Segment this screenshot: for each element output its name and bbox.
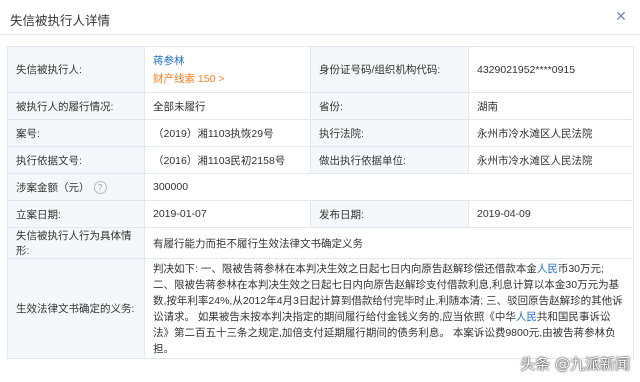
dialog-title: 失信被执行人详情 bbox=[10, 14, 111, 28]
help-icon[interactable]: ? bbox=[93, 181, 107, 195]
table-row: 立案日期: 2019-01-07 发布日期: 2019-04-09 bbox=[7, 200, 634, 228]
publish-date-value: 2019-04-09 bbox=[468, 200, 634, 228]
dialog-header: 失信被执行人详情 ✕ bbox=[0, 0, 640, 35]
executed-person-cell: 蒋参林 财产线索 150 > bbox=[144, 46, 311, 93]
table-row: 涉案金额（元）? 300000 bbox=[7, 173, 634, 201]
close-icon[interactable]: ✕ bbox=[614, 9, 628, 23]
amount-label-cell: 涉案金额（元）? bbox=[7, 173, 145, 201]
table-row: 生效法律文书确定的义务: 判决如下: 一、限被告蒋参林在本判决生效之日起七日内向… bbox=[7, 258, 634, 359]
table-row: 执行依据文号: （2016）湘1103民初2158号 做出执行依据单位: 永州市… bbox=[7, 146, 634, 174]
province-label: 省份: bbox=[310, 92, 469, 120]
province-value: 湖南 bbox=[468, 92, 634, 120]
basis-unit-label: 做出执行依据单位: bbox=[310, 146, 469, 174]
amount-value: 300000 bbox=[144, 173, 634, 201]
performance-value: 全部未履行 bbox=[144, 92, 311, 120]
case-no-label: 案号: bbox=[7, 119, 145, 147]
case-no-link[interactable]: （2019）湘1103执恢29号 bbox=[144, 119, 311, 147]
table-row: 失信被执行人: 蒋参林 财产线索 150 > 身份证号码/组织机构代码: 432… bbox=[7, 46, 634, 93]
table-row: 失信被执行人行为具体情形: 有履行能力而拒不履行生效法律文书确定义务 bbox=[7, 227, 634, 259]
obligation-label: 生效法律文书确定的义务: bbox=[7, 258, 145, 359]
table-row: 被执行人的履行情况: 全部未履行 省份: 湖南 bbox=[7, 92, 634, 120]
filing-date-value: 2019-01-07 bbox=[144, 200, 311, 228]
id-number-label: 身份证号码/组织机构代码: bbox=[310, 46, 469, 93]
executed-person-label: 失信被执行人: bbox=[7, 46, 145, 93]
behavior-value: 有履行能力而拒不履行生效法律文书确定义务 bbox=[144, 227, 634, 259]
watermark: 头条 @九派新闻 bbox=[520, 355, 630, 373]
obligation-text-1: 判决如下: 一、限被告蒋参林在本判决生效之日起七日内向原告赵解珍偿还借款本金 bbox=[153, 262, 537, 275]
table-row: 案号: （2019）湘1103执恢29号 执行法院: 永州市冷水滩区人民法院 bbox=[7, 119, 634, 147]
performance-label: 被执行人的履行情况: bbox=[7, 92, 145, 120]
basis-doc-label: 执行依据文号: bbox=[7, 146, 145, 174]
basis-doc-value: （2016）湘1103民初2158号 bbox=[144, 146, 311, 174]
property-clues-link[interactable]: 财产线索 150 > bbox=[153, 71, 302, 86]
obligation-value: 判决如下: 一、限被告蒋参林在本判决生效之日起七日内向原告赵解珍偿还借款本金人民… bbox=[144, 258, 634, 359]
filing-date-label: 立案日期: bbox=[7, 200, 145, 228]
executed-person-name[interactable]: 蒋参林 bbox=[153, 53, 302, 68]
behavior-label: 失信被执行人行为具体情形: bbox=[7, 227, 145, 259]
obligation-link-1[interactable]: 人民 bbox=[537, 263, 558, 275]
amount-label: 涉案金额（元） bbox=[16, 181, 90, 194]
obligation-link-2[interactable]: 人民 bbox=[516, 311, 537, 323]
publish-date-label: 发布日期: bbox=[310, 200, 469, 228]
basis-unit-value: 永州市冷水滩区人民法院 bbox=[468, 146, 634, 174]
court-label: 执行法院: bbox=[310, 119, 469, 147]
detail-table: 失信被执行人: 蒋参林 财产线索 150 > 身份证号码/组织机构代码: 432… bbox=[7, 46, 634, 359]
id-number-value: 4329021952****0915 bbox=[468, 46, 634, 93]
court-value: 永州市冷水滩区人民法院 bbox=[468, 119, 634, 147]
